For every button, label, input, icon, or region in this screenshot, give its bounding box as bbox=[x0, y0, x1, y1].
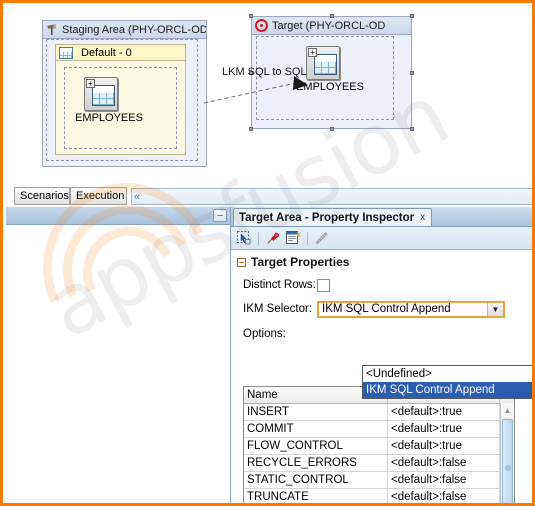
target-title-label: Target (PHY-ORCL-OD bbox=[272, 19, 386, 32]
close-icon[interactable]: x bbox=[420, 212, 425, 223]
ikm-selector-label: IKM Selector: bbox=[243, 303, 313, 315]
select-scope-icon[interactable] bbox=[236, 230, 252, 246]
inspector-body: Target Properties Distinct Rows: IKM Sel… bbox=[231, 249, 532, 503]
default-set-title-bar: Default - 0 bbox=[56, 45, 185, 61]
tab-scenarios-label: Scenarios bbox=[20, 190, 69, 202]
option-name-cell: STATIC_CONTROL bbox=[244, 472, 388, 488]
scrollbar-grip-icon bbox=[504, 465, 511, 471]
selection-handle[interactable] bbox=[410, 14, 414, 18]
distinct-rows-checkbox[interactable] bbox=[317, 278, 330, 292]
target-body: + EMPLOYEES bbox=[252, 34, 411, 128]
option-value-cell[interactable]: <default>:true bbox=[388, 404, 500, 420]
selection-handle[interactable] bbox=[330, 14, 334, 18]
options-table[interactable]: Name Value INSERT<default>:trueCOMMIT<de… bbox=[243, 386, 515, 503]
tab-execution[interactable]: Execution bbox=[70, 187, 127, 205]
property-inspector-panel: Target Area - Property Inspector x Targe… bbox=[231, 207, 532, 503]
table-icon: + bbox=[84, 77, 118, 111]
edit-properties-icon[interactable] bbox=[285, 230, 301, 246]
option-value-cell[interactable]: <default>:false bbox=[388, 489, 500, 503]
scroll-up-button[interactable]: ▲ bbox=[501, 403, 514, 417]
expand-plus-icon[interactable]: + bbox=[86, 79, 95, 88]
options-table-rows: INSERT <default>:true COMMIT <default>:true… bbox=[244, 404, 514, 503]
tab-scroll-strip[interactable]: « bbox=[131, 188, 532, 205]
dropdown-option-undefined[interactable]: <Undefined> bbox=[363, 366, 532, 382]
tab-execution-label: Execution bbox=[76, 190, 125, 202]
staging-area-node[interactable]: Staging Area (PHY-ORCL-OD Default - 0 + … bbox=[42, 20, 207, 167]
selection-handle[interactable] bbox=[410, 71, 414, 75]
staging-area-title-bar: Staging Area (PHY-ORCL-OD bbox=[43, 21, 206, 39]
target-properties-section-header[interactable]: Target Properties bbox=[231, 250, 532, 272]
selection-handle[interactable] bbox=[249, 127, 253, 131]
left-content-panel: – bbox=[6, 207, 231, 503]
options-table-scrollbar[interactable]: ▲ ▼ bbox=[500, 403, 514, 503]
left-panel-header: – bbox=[6, 207, 230, 225]
toolbar-separator bbox=[258, 231, 259, 245]
tab-scenarios[interactable]: Scenarios bbox=[14, 187, 70, 205]
ikm-selector-value: IKM SQL Control Append bbox=[322, 303, 451, 315]
target-properties-title: Target Properties bbox=[251, 255, 350, 269]
default-set-title-label: Default - 0 bbox=[81, 46, 132, 59]
staging-area-body: Default - 0 + EMPLOYEES bbox=[43, 38, 206, 166]
inspector-tab-row: Target Area - Property Inspector x bbox=[231, 207, 532, 227]
scrollbar-thumb[interactable] bbox=[502, 419, 513, 503]
table-row[interactable]: FLOW_CONTROL <default>:true bbox=[244, 438, 514, 455]
chevron-down-icon[interactable]: ▼ bbox=[487, 302, 503, 316]
collapse-minus-icon[interactable] bbox=[237, 257, 246, 267]
option-name-cell: RECYCLE_ERRORS bbox=[244, 455, 388, 471]
option-name-cell: FLOW_CONTROL bbox=[244, 438, 388, 454]
pencil-icon[interactable] bbox=[314, 230, 330, 246]
ikm-selector-dropdown-list[interactable]: <Undefined> IKM SQL Control Append bbox=[362, 365, 532, 399]
hammer-icon bbox=[46, 24, 58, 36]
option-value-cell[interactable]: <default>:true bbox=[388, 421, 500, 437]
distinct-rows-row: Distinct Rows: bbox=[231, 274, 532, 296]
table-grid-glyph bbox=[314, 54, 337, 75]
table-row[interactable]: STATIC_CONTROL <default>:false bbox=[244, 472, 514, 489]
ikm-selector-combobox[interactable]: IKM SQL Control Append ▼ bbox=[317, 300, 505, 318]
target-employees-label: EMPLOYEES bbox=[296, 81, 364, 93]
table-row[interactable]: TRUNCATE <default>:false bbox=[244, 489, 514, 503]
dropdown-option-ikm-sql-control-append[interactable]: IKM SQL Control Append bbox=[363, 382, 532, 398]
table-row[interactable]: INSERT <default>:true bbox=[244, 404, 514, 421]
selection-handle[interactable] bbox=[410, 127, 414, 131]
inspector-toolbar bbox=[231, 227, 532, 250]
selection-handle[interactable] bbox=[249, 14, 253, 18]
selection-handle[interactable] bbox=[330, 127, 334, 131]
staging-area-title-label: Staging Area (PHY-ORCL-OD bbox=[62, 23, 206, 36]
tab-target-area-property-inspector[interactable]: Target Area - Property Inspector x bbox=[233, 208, 433, 226]
dropdown-option-label: <Undefined> bbox=[366, 368, 432, 380]
ikm-selector-row: IKM Selector: IKM SQL Control Append ▼ bbox=[231, 298, 532, 320]
options-label: Options: bbox=[243, 328, 286, 340]
staging-employees-label: EMPLOYEES bbox=[75, 112, 143, 124]
options-row: Options: bbox=[231, 323, 532, 345]
option-name-cell: COMMIT bbox=[244, 421, 388, 437]
table-row[interactable]: COMMIT <default>:true bbox=[244, 421, 514, 438]
app-window: Staging Area (PHY-ORCL-OD Default - 0 + … bbox=[0, 0, 535, 506]
target-icon bbox=[255, 19, 268, 32]
table-row[interactable]: RECYCLE_ERRORS <default>:false bbox=[244, 455, 514, 472]
table-icon: + bbox=[306, 46, 340, 80]
table-grid-glyph bbox=[92, 85, 115, 106]
table-grid-icon bbox=[59, 46, 73, 59]
inspector-tab-title: Target Area - Property Inspector bbox=[239, 211, 415, 224]
chevron-left-icon[interactable]: « bbox=[134, 191, 140, 203]
option-value-cell[interactable]: <default>:true bbox=[388, 438, 500, 454]
option-value-cell[interactable]: <default>:false bbox=[388, 472, 500, 488]
option-name-cell: TRUNCATE bbox=[244, 489, 388, 503]
lkm-connector-label: LKM SQL to SQL bbox=[222, 66, 307, 78]
pin-icon[interactable] bbox=[265, 230, 281, 246]
dropdown-option-label: IKM SQL Control Append bbox=[366, 384, 495, 396]
option-value-cell[interactable]: <default>:false bbox=[388, 455, 500, 471]
default-set-node[interactable]: Default - 0 + EMPLOYEES bbox=[55, 44, 186, 155]
staging-employees-datastore[interactable]: + EMPLOYEES bbox=[75, 77, 148, 124]
mapping-diagram-canvas[interactable]: Staging Area (PHY-ORCL-OD Default - 0 + … bbox=[6, 6, 532, 186]
option-name-cell: INSERT bbox=[244, 404, 388, 420]
bottom-tab-strip: Scenarios Execution « bbox=[6, 186, 532, 207]
target-employees-datastore[interactable]: + EMPLOYEES bbox=[296, 46, 368, 93]
distinct-rows-label: Distinct Rows: bbox=[243, 279, 316, 291]
minimize-button[interactable]: – bbox=[213, 209, 227, 222]
toolbar-separator bbox=[307, 231, 308, 245]
target-title-bar: Target (PHY-ORCL-OD bbox=[252, 17, 411, 35]
expand-plus-icon[interactable]: + bbox=[308, 48, 317, 57]
